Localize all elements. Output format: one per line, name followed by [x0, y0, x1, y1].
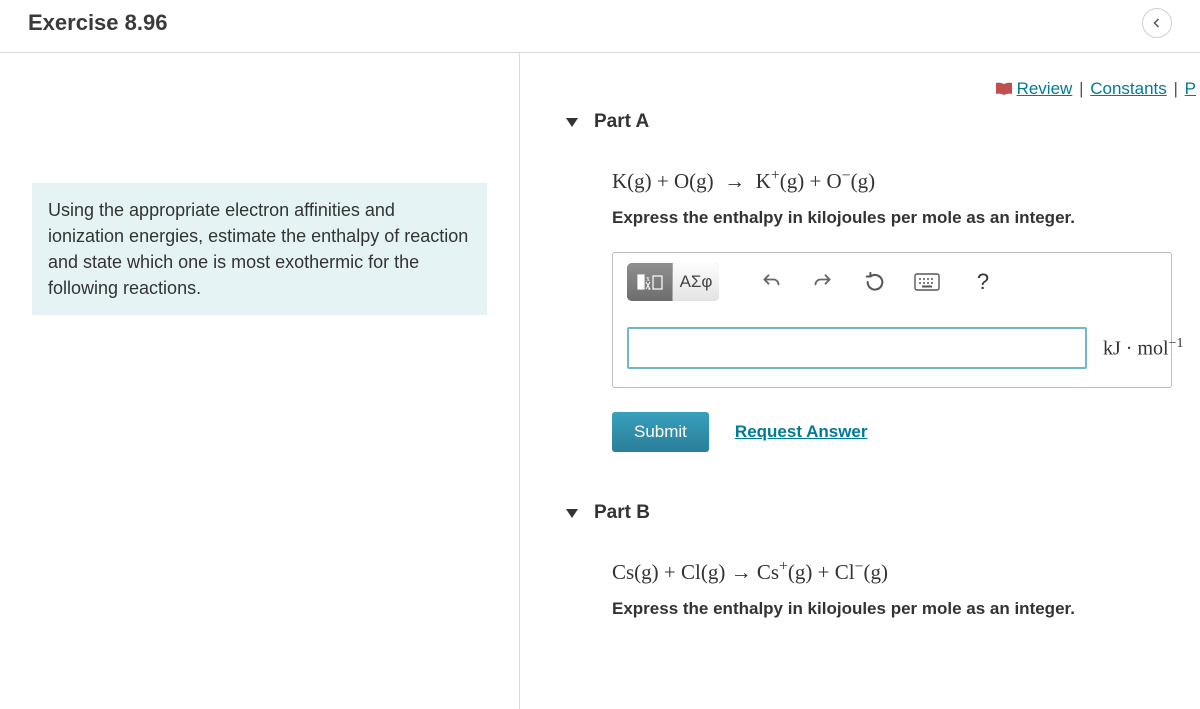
part-a-equation: K(g) + O(g) → K+(g) + O−(g) — [612, 153, 1200, 208]
part-a-label: Part A — [594, 111, 649, 133]
right-panel: Review | Constants | P Part A K(g) + O(g… — [520, 53, 1200, 709]
left-panel: Using the appropriate electron affinitie… — [0, 53, 520, 709]
part-b-equation: Cs(g) + Cl(g) → Cs+(g) + Cl−(g) — [612, 544, 1200, 599]
request-answer-link[interactable]: Request Answer — [735, 422, 868, 442]
part-a-body: K(g) + O(g) → K+(g) + O−(g) Express the … — [520, 153, 1200, 492]
part-a-header: Part A — [520, 107, 1200, 153]
part-a-instruction: Express the enthalpy in kilojoules per m… — [612, 208, 1200, 252]
undo-button[interactable] — [753, 264, 789, 300]
keyboard-button[interactable] — [909, 264, 945, 300]
top-links: Review | Constants | P — [520, 79, 1200, 101]
review-link[interactable]: Review — [1017, 79, 1073, 98]
redo-button[interactable] — [805, 264, 841, 300]
page-title: Exercise 8.96 — [28, 10, 167, 36]
separator: | — [1077, 79, 1085, 98]
book-icon — [995, 81, 1013, 101]
back-button[interactable] — [1142, 8, 1172, 38]
symbols-button[interactable]: ΑΣφ — [673, 263, 719, 301]
help-button[interactable]: ? — [965, 264, 1001, 300]
svg-text:x: x — [646, 274, 650, 283]
part-b-body: Cs(g) + Cl(g) → Cs+(g) + Cl−(g) Express … — [520, 544, 1200, 643]
chevron-left-icon — [1151, 17, 1163, 29]
undo-icon — [760, 272, 782, 292]
collapse-toggle-a[interactable] — [566, 118, 578, 127]
answer-unit: kJ · mol−1 — [1087, 336, 1183, 361]
constants-link[interactable]: Constants — [1090, 79, 1167, 98]
part-b-header: Part B — [520, 498, 1200, 544]
templates-icon: x — [637, 272, 663, 292]
periodic-link[interactable]: P — [1185, 79, 1196, 98]
format-button-group: x ΑΣφ — [627, 263, 719, 301]
separator: | — [1172, 79, 1180, 98]
submit-button[interactable]: Submit — [612, 412, 709, 452]
reset-icon — [864, 271, 886, 293]
redo-icon — [812, 272, 834, 292]
templates-button[interactable]: x — [627, 263, 673, 301]
part-b-label: Part B — [594, 502, 650, 524]
problem-prompt: Using the appropriate electron affinitie… — [32, 183, 487, 315]
keyboard-icon — [914, 273, 940, 291]
reset-button[interactable] — [857, 264, 893, 300]
collapse-toggle-b[interactable] — [566, 509, 578, 518]
part-b-instruction: Express the enthalpy in kilojoules per m… — [612, 599, 1200, 643]
answer-input[interactable] — [627, 327, 1087, 369]
answer-toolbar: x ΑΣφ — [613, 253, 1171, 313]
answer-input-group: x ΑΣφ — [612, 252, 1172, 388]
